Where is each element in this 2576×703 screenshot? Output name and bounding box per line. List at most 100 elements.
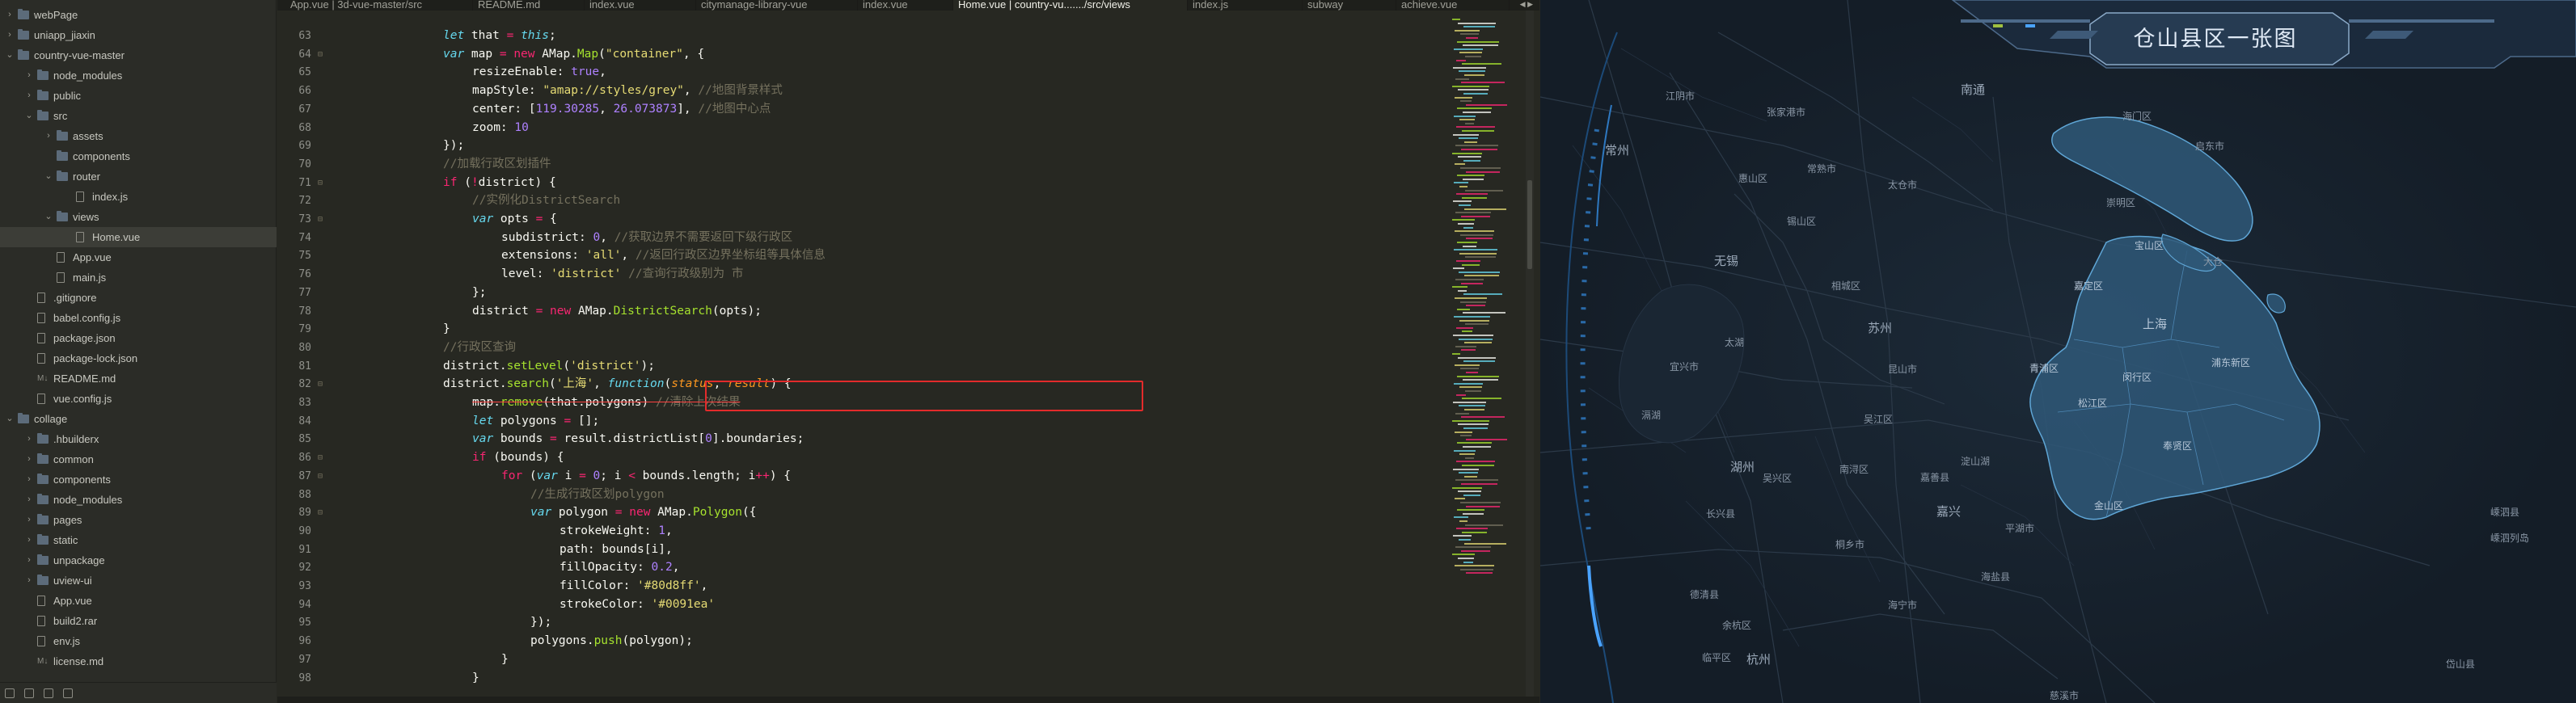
code-line[interactable]: strokeColor: '#0091ea' <box>560 596 715 614</box>
chevron-down-icon[interactable]: ⌄ <box>5 45 15 65</box>
code-line[interactable]: resizeEnable: true, <box>472 63 606 82</box>
code-line[interactable]: var map = new AMap.Map("container", { <box>443 45 704 64</box>
fold-toggle-icon[interactable] <box>318 284 326 302</box>
chevron-right-icon[interactable]: › <box>24 490 34 510</box>
tree-item[interactable]: › node_modules <box>0 490 277 510</box>
tree-item[interactable]: › .hbuilderx <box>0 429 277 449</box>
fold-toggle-icon[interactable]: ⊟ <box>318 448 326 467</box>
code-editor[interactable]: 63 64 ⊟ 65 66 67 68 69 70 71 ⊟ 72 73 ⊟ 74 75 76 77 78 79 80 8… <box>277 11 1539 703</box>
fold-toggle-icon[interactable]: ⊟ <box>318 210 326 229</box>
code-line[interactable]: fillOpacity: 0.2, <box>560 558 679 577</box>
chevron-right-icon[interactable]: › <box>5 5 15 25</box>
tree-item[interactable]: › public <box>0 86 277 106</box>
fold-toggle-icon[interactable] <box>318 155 326 174</box>
code-line[interactable]: let polygons = []; <box>472 412 599 431</box>
tree-item[interactable]: .gitignore <box>0 288 277 308</box>
fold-toggle-icon[interactable] <box>318 486 326 504</box>
chevron-down-icon[interactable]: ⌄ <box>5 409 15 429</box>
code-line[interactable]: extensions: 'all', //返回行政区边界坐标组等具体信息 <box>501 246 826 265</box>
tree-item[interactable]: ⌄ collage <box>0 409 277 429</box>
chevron-down-icon[interactable]: ⌄ <box>44 207 53 227</box>
editor-tab[interactable]: README.md <box>473 0 585 11</box>
horizontal-scrollbar[interactable] <box>277 697 1539 703</box>
code-line[interactable]: }); <box>530 613 551 632</box>
editor-tab[interactable]: index.vue <box>858 0 953 11</box>
code-line[interactable]: map.remove(that.polygons) //清除上次结果 <box>472 394 740 412</box>
fold-toggle-icon[interactable] <box>318 100 326 119</box>
fold-toggle-icon[interactable] <box>318 320 326 339</box>
tree-item[interactable]: › uview-ui <box>0 570 277 591</box>
tree-item[interactable]: vue.config.js <box>0 389 277 409</box>
chevron-right-icon[interactable]: › <box>24 86 34 106</box>
fold-toggle-icon[interactable] <box>318 265 326 284</box>
editor-tab[interactable]: App.vue | 3d-vue-master/src <box>285 0 473 11</box>
fold-toggle-icon[interactable] <box>318 430 326 448</box>
chevron-down-icon[interactable]: ⌄ <box>44 166 53 187</box>
fold-toggle-icon[interactable]: ⊟ <box>318 174 326 192</box>
fold-toggle-icon[interactable] <box>318 229 326 247</box>
code-line[interactable]: center: [119.30285, 26.073873], //地图中心点 <box>472 100 771 119</box>
editor-tab[interactable]: index.js <box>1188 0 1303 11</box>
code-line[interactable]: district.setLevel('district'); <box>443 357 655 376</box>
code-line[interactable]: district = new AMap.DistrictSearch(opts)… <box>472 302 762 321</box>
settings-icon[interactable] <box>63 688 73 698</box>
tree-item[interactable]: ⌄ country-vue-master <box>0 45 277 65</box>
scrollbar-thumb[interactable] <box>1527 180 1532 269</box>
code-line[interactable]: if (bounds) { <box>472 448 564 467</box>
fold-toggle-icon[interactable] <box>318 27 326 45</box>
fold-toggle-icon[interactable]: ⊟ <box>318 375 326 394</box>
fold-toggle-icon[interactable] <box>318 669 326 688</box>
code-line[interactable]: subdistrict: 0, //获取边界不需要返回下级行政区 <box>501 229 792 247</box>
tree-item[interactable]: › webPage <box>0 5 277 25</box>
fold-toggle-icon[interactable]: ⊟ <box>318 467 326 486</box>
tree-item[interactable]: main.js <box>0 267 277 288</box>
editor-tab[interactable]: citymanage-library-vue <box>696 0 858 11</box>
fold-toggle-icon[interactable] <box>318 650 326 669</box>
tree-item[interactable]: index.js <box>0 187 277 207</box>
chevron-right-icon[interactable]: › <box>24 469 34 490</box>
tree-item[interactable]: › uniapp_jiaxin <box>0 25 277 45</box>
tree-item[interactable]: components <box>0 146 277 166</box>
tree-item[interactable]: App.vue <box>0 247 277 267</box>
chevron-right-icon[interactable]: › <box>24 510 34 530</box>
fold-toggle-icon[interactable] <box>318 596 326 614</box>
editor-tab[interactable]: subway <box>1303 0 1396 11</box>
editor-tab[interactable]: Home.vue | country-vu......./src/views <box>953 0 1188 11</box>
tree-item[interactable]: babel.config.js <box>0 308 277 328</box>
code-line[interactable]: zoom: 10 <box>472 119 529 137</box>
fold-toggle-icon[interactable] <box>318 82 326 100</box>
code-line[interactable]: polygons.push(polygon); <box>530 632 693 650</box>
tree-item[interactable]: › unpackage <box>0 550 277 570</box>
fold-toggle-icon[interactable] <box>318 632 326 650</box>
tree-item[interactable]: Home.vue <box>0 227 277 247</box>
fold-toggle-icon[interactable] <box>318 541 326 559</box>
fold-toggle-icon[interactable] <box>318 357 326 376</box>
fold-toggle-icon[interactable] <box>318 339 326 357</box>
editor-tab[interactable]: achieve.vue <box>1396 0 1510 11</box>
tree-item[interactable]: ⌄ views <box>0 207 277 227</box>
code-line[interactable]: var opts = { <box>472 210 557 229</box>
code-line[interactable]: if (!district) { <box>443 174 556 192</box>
fold-toggle-icon[interactable] <box>318 522 326 541</box>
chevron-right-icon[interactable]: › <box>24 530 34 550</box>
chevron-down-icon[interactable]: ⌄ <box>24 106 34 126</box>
chevron-right-icon[interactable]: › <box>24 65 34 86</box>
chevron-right-icon[interactable]: › <box>24 550 34 570</box>
tree-item[interactable]: › assets <box>0 126 277 146</box>
fold-toggle-icon[interactable] <box>318 394 326 412</box>
code-line[interactable]: path: bounds[i], <box>560 541 673 559</box>
tree-item[interactable]: ⌄ src <box>0 106 277 126</box>
fold-toggle-icon[interactable] <box>318 577 326 596</box>
tree-item[interactable]: env.js <box>0 631 277 651</box>
chevron-right-icon[interactable]: › <box>24 429 34 449</box>
fold-toggle-icon[interactable] <box>318 412 326 431</box>
fold-toggle-icon[interactable] <box>318 192 326 210</box>
tab-scroll-arrows-icon[interactable]: ◀ ▶ <box>1520 0 1533 9</box>
fold-toggle-icon[interactable] <box>318 137 326 155</box>
tree-item[interactable]: › static <box>0 530 277 550</box>
fold-toggle-icon[interactable] <box>318 63 326 82</box>
tree-item[interactable]: M↓ license.md <box>0 651 277 671</box>
tree-item[interactable]: › common <box>0 449 277 469</box>
code-line[interactable]: var bounds = result.districtList[0].boun… <box>472 430 804 448</box>
tree-item[interactable]: package.json <box>0 328 277 348</box>
